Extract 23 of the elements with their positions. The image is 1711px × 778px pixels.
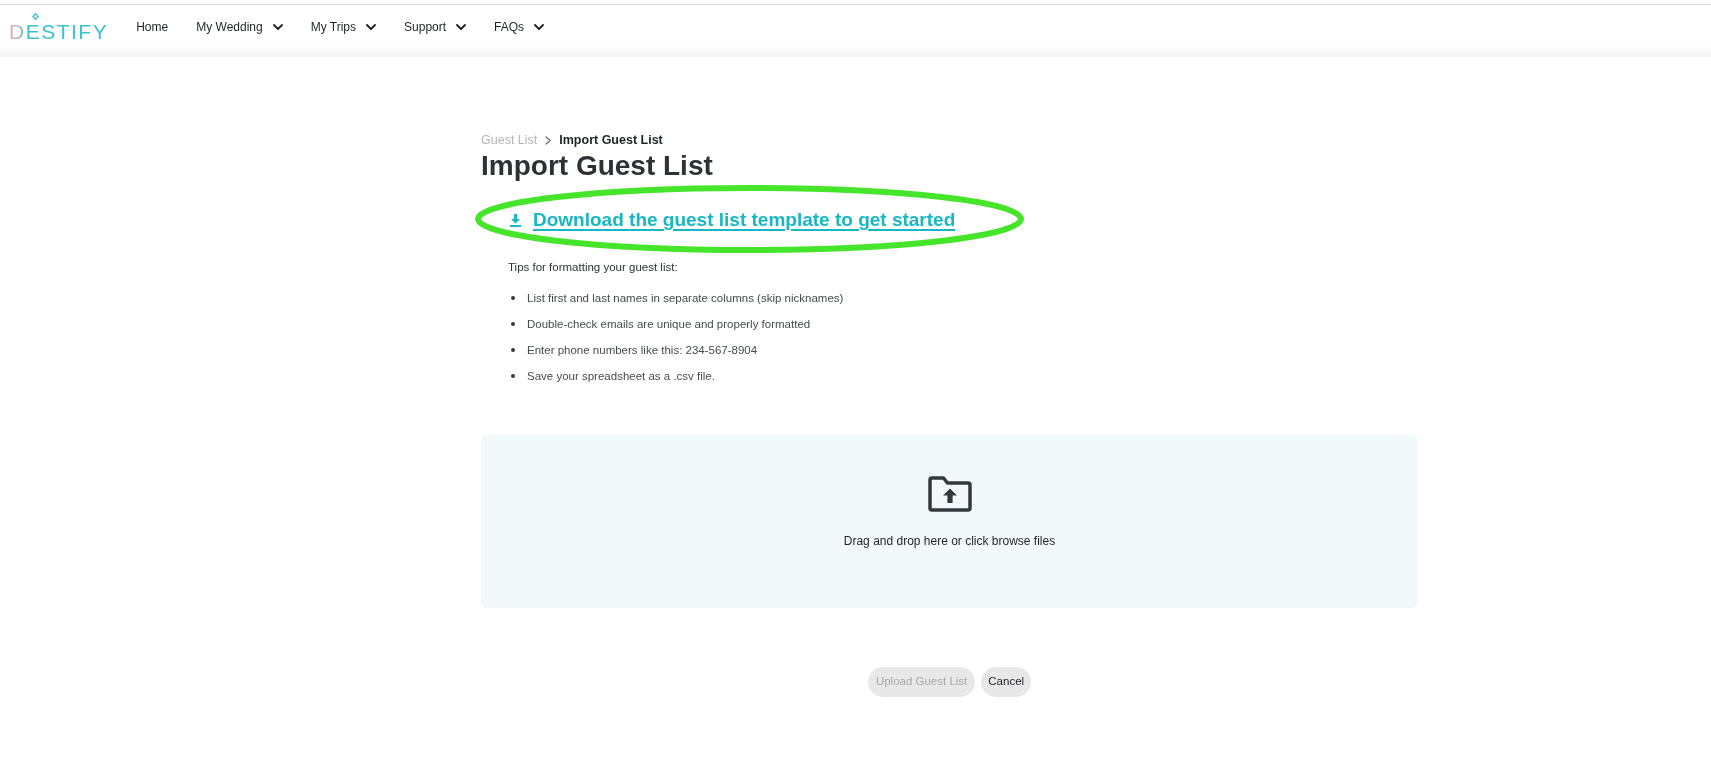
nav-link[interactable]: FAQs: [494, 19, 545, 35]
diamond-icon: [32, 12, 39, 20]
nav-link[interactable]: My Wedding: [196, 19, 283, 35]
tip-text: Save your spreadsheet as a .csv file.: [527, 369, 715, 384]
tips-heading: Tips for formatting your guest list:: [508, 260, 679, 275]
drop-zone-text: Drag and drop here or click browse files: [843, 533, 1056, 549]
folder-upload-icon: [927, 476, 972, 512]
tip-text: List first and last names in separate columns (skip nicknames): [527, 291, 844, 306]
nav-link[interactable]: My Trips: [310, 19, 377, 35]
breadcrumb-current: Import Guest List: [559, 132, 663, 148]
tip-text: Enter phone numbers like this: 234-567-8904: [527, 343, 758, 358]
file-drop-zone[interactable]: Drag and drop here or click browse files: [481, 435, 1418, 608]
nav-link[interactable]: Support: [404, 19, 467, 35]
bullet-icon: [511, 374, 515, 378]
tip-text: Double-check emails are unique and properly formatted: [527, 317, 811, 332]
bullet-icon: [511, 296, 515, 300]
nav-link[interactable]: Home: [136, 19, 169, 35]
bullet-icon: [511, 348, 515, 352]
cancel-button[interactable]: Cancel: [981, 667, 1032, 697]
bullet-icon: [511, 322, 515, 326]
page-title: Import Guest List: [481, 150, 714, 182]
chevron-right-icon: [545, 135, 552, 145]
download-icon: [510, 213, 521, 227]
